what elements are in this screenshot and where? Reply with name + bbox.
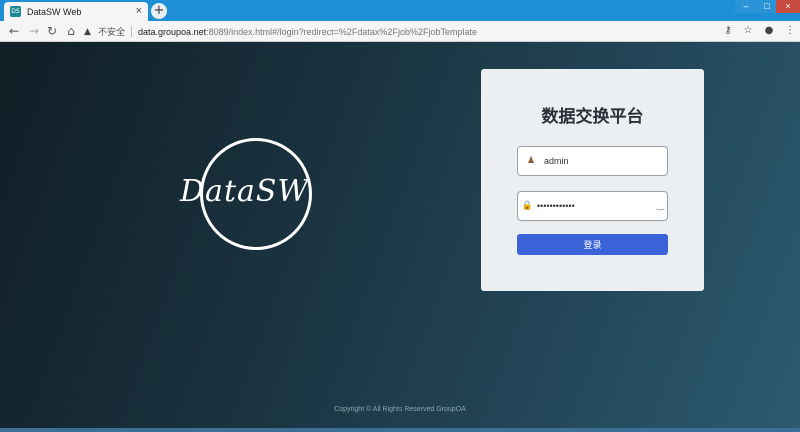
reload-button[interactable]: ↻ bbox=[44, 23, 60, 39]
forward-button[interactable]: → bbox=[26, 23, 42, 39]
logo-text: DataSW bbox=[180, 174, 310, 209]
browser-tab[interactable]: DS DataSW Web × bbox=[4, 2, 148, 21]
password-input[interactable] bbox=[536, 201, 654, 211]
close-window-button[interactable]: × bbox=[776, 0, 800, 13]
home-button[interactable]: ⌂ bbox=[63, 23, 79, 39]
show-password-icon[interactable]: ‿ bbox=[654, 201, 667, 211]
user-icon: ♟ bbox=[526, 156, 536, 166]
key-icon[interactable]: ⚷ bbox=[721, 24, 735, 38]
browser-toolbar: ← → ↻ ⌂ ▲ 不安全 data.groupoa.net :8089/ind… bbox=[0, 21, 800, 42]
copyright-text: Copyright © All Rights Reserved GroupOA bbox=[334, 406, 466, 413]
warning-icon[interactable]: ▲ bbox=[84, 27, 94, 37]
new-tab-button[interactable]: + bbox=[151, 3, 167, 19]
address-bar[interactable]: ▲ 不安全 data.groupoa.net :8089/index.html#… bbox=[84, 23, 714, 40]
menu-icon[interactable]: ⋮ bbox=[783, 24, 797, 38]
favicon-icon: DS bbox=[10, 6, 21, 17]
password-field[interactable]: 🔒 ‿ bbox=[517, 191, 668, 221]
brand-logo: DataSW bbox=[178, 138, 318, 258]
login-title: 数据交换平台 bbox=[541, 107, 644, 127]
os-taskbar bbox=[0, 428, 800, 432]
back-button[interactable]: ← bbox=[6, 23, 22, 39]
bookmark-star-icon[interactable]: ☆ bbox=[741, 24, 755, 38]
lock-icon: 🔒 bbox=[521, 201, 534, 211]
close-tab-icon[interactable]: × bbox=[136, 6, 142, 17]
browser-titlebar: DS DataSW Web × + – □ × bbox=[0, 0, 800, 21]
maximize-window-button[interactable]: □ bbox=[756, 0, 778, 13]
address-divider bbox=[131, 26, 133, 37]
url-host[interactable]: data.groupoa.net bbox=[138, 27, 206, 37]
minimize-window-button[interactable]: – bbox=[735, 0, 757, 13]
username-input[interactable] bbox=[544, 156, 667, 166]
profile-icon[interactable]: ● bbox=[762, 24, 776, 38]
username-field[interactable]: ♟ bbox=[517, 146, 668, 176]
insecure-label[interactable]: 不安全 bbox=[98, 25, 125, 38]
login-page: DataSW 数据交换平台 ♟ 🔒 ‿ 登录 Copyright © All R… bbox=[0, 42, 800, 428]
login-card: 数据交换平台 ♟ 🔒 ‿ 登录 bbox=[481, 69, 704, 291]
url-path[interactable]: :8089/index.html#/login?redirect=%2Fdata… bbox=[206, 27, 477, 37]
login-button[interactable]: 登录 bbox=[517, 234, 668, 255]
tab-title: DataSW Web bbox=[27, 6, 82, 17]
